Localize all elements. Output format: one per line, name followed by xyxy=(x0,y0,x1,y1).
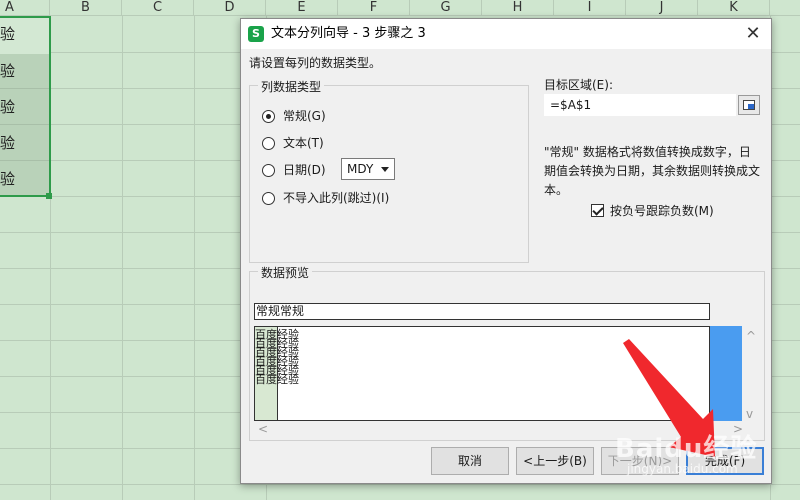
preview-grid[interactable]: 百度经验 百度经验 百度经验 百度经验 百度经验 百度经验 xyxy=(254,326,710,421)
column-header-c[interactable]: C xyxy=(122,0,194,16)
grid-line xyxy=(194,16,195,500)
target-area-input[interactable]: =$A$1 xyxy=(544,94,736,116)
column-header-d[interactable]: D xyxy=(194,0,266,16)
radio-general-label: 常规(G) xyxy=(283,109,326,123)
cell-a2[interactable]: 验 xyxy=(0,53,50,89)
preview-horizontal-scrollbar[interactable] xyxy=(254,421,742,437)
text-to-columns-dialog: S 文本分列向导 - 3 步骤之 3 ✕ 请设置每列的数据类型。 列数据类型 常… xyxy=(240,18,772,484)
column-header-i[interactable]: I xyxy=(554,0,626,16)
cell-a4[interactable]: 验 xyxy=(0,125,50,161)
scroll-down-icon[interactable]: v xyxy=(746,407,753,421)
radio-general[interactable]: 常规(G) xyxy=(262,107,326,125)
date-format-select[interactable]: MDY xyxy=(341,158,395,180)
radio-text[interactable]: 文本(T) xyxy=(262,134,324,152)
chevron-down-icon xyxy=(381,167,389,172)
negative-sign-option[interactable]: 按负号跟踪负数(M) xyxy=(591,202,714,219)
column-header-a[interactable]: A xyxy=(0,0,50,16)
target-area-label: 目标区域(E): xyxy=(544,78,613,92)
format-description: "常规" 数据格式将数值转换成数字，日期值会转换为日期，其余数据则转换成文本。 xyxy=(544,145,761,197)
range-select-icon xyxy=(743,100,755,110)
column-header-e[interactable]: E xyxy=(266,0,338,16)
column-type-group-title: 列数据类型 xyxy=(258,78,325,95)
column-header-f[interactable]: F xyxy=(338,0,410,16)
radio-general-circle[interactable] xyxy=(262,109,275,123)
dialog-prompt: 请设置每列的数据类型。 xyxy=(249,56,382,70)
preview-column-header[interactable]: 常规常规 xyxy=(254,303,710,320)
dialog-titlebar[interactable]: S 文本分列向导 - 3 步骤之 3 ✕ xyxy=(241,19,771,49)
column-header-row: A B C D E F G H I J K xyxy=(0,0,800,16)
radio-skip-circle[interactable] xyxy=(262,191,275,205)
range-select-button[interactable] xyxy=(738,95,760,115)
radio-skip[interactable]: 不导入此列(跳过)(I) xyxy=(262,189,389,207)
cancel-button[interactable]: 取消 xyxy=(431,447,509,475)
cell-a1[interactable]: 验 xyxy=(0,16,50,52)
column-header-j[interactable]: J xyxy=(626,0,698,16)
cell-a3[interactable]: 验 xyxy=(0,89,50,125)
column-header-k[interactable]: K xyxy=(698,0,770,16)
column-type-group: 列数据类型 常规(G) 文本(T) 日期(D) MDY 不导入此列(跳过)(I) xyxy=(249,78,529,263)
date-format-value: MDY xyxy=(347,162,374,176)
column-header-b[interactable]: B xyxy=(50,0,122,16)
radio-text-circle[interactable] xyxy=(262,136,275,150)
scroll-right-icon[interactable]: > xyxy=(733,422,743,436)
preview-row: 百度经验 xyxy=(255,373,299,386)
fill-handle[interactable] xyxy=(46,193,52,199)
back-button[interactable]: <上一步(B) xyxy=(516,447,594,475)
radio-skip-label: 不导入此列(跳过)(I) xyxy=(283,191,390,205)
preview-vertical-scrollbar[interactable] xyxy=(710,326,742,421)
radio-text-label: 文本(T) xyxy=(283,136,324,150)
close-icon[interactable]: ✕ xyxy=(741,22,765,46)
finish-button[interactable]: 完成(F) xyxy=(686,447,764,475)
negative-sign-checkbox[interactable] xyxy=(591,204,604,217)
wps-app-icon: S xyxy=(248,26,264,42)
column-header-h[interactable]: H xyxy=(482,0,554,16)
column-header-g[interactable]: G xyxy=(410,0,482,16)
negative-sign-label: 按负号跟踪负数(M) xyxy=(610,204,714,218)
scroll-left-icon[interactable]: < xyxy=(258,422,268,436)
grid-line xyxy=(122,16,123,500)
dialog-title: 文本分列向导 - 3 步骤之 3 xyxy=(271,26,426,41)
next-button[interactable]: 下一步(N)> xyxy=(601,447,679,475)
data-preview-title: 数据预览 xyxy=(258,264,313,281)
cell-a5[interactable]: 验 xyxy=(0,161,50,197)
grid-line xyxy=(0,484,800,485)
scroll-up-icon[interactable]: ^ xyxy=(746,329,756,343)
